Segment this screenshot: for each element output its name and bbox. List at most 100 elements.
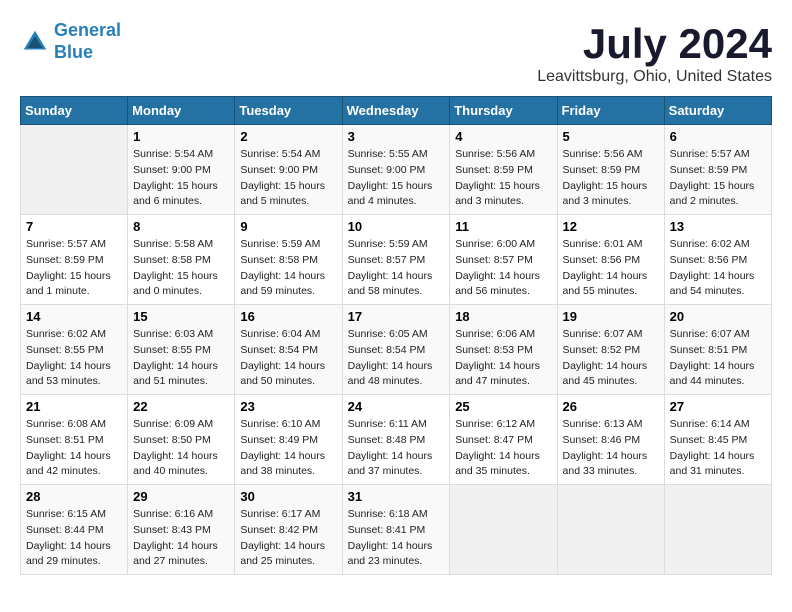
calendar-cell: 27Sunrise: 6:14 AM Sunset: 8:45 PM Dayli…: [664, 395, 771, 485]
day-number: 15: [133, 309, 229, 324]
day-number: 13: [670, 219, 766, 234]
month-title: July 2024: [537, 20, 772, 68]
day-header-saturday: Saturday: [664, 97, 771, 125]
day-info: Sunrise: 5:58 AM Sunset: 8:58 PM Dayligh…: [133, 237, 229, 300]
title-block: July 2024 Leavittsburg, Ohio, United Sta…: [537, 20, 772, 86]
day-number: 4: [455, 129, 551, 144]
calendar-cell: 24Sunrise: 6:11 AM Sunset: 8:48 PM Dayli…: [342, 395, 450, 485]
calendar-cell: [450, 485, 557, 575]
calendar-table: SundayMondayTuesdayWednesdayThursdayFrid…: [20, 96, 772, 575]
day-info: Sunrise: 5:56 AM Sunset: 8:59 PM Dayligh…: [563, 147, 659, 210]
day-info: Sunrise: 6:07 AM Sunset: 8:52 PM Dayligh…: [563, 327, 659, 390]
day-number: 28: [26, 489, 122, 504]
calendar-cell: 12 Sunrise: 6:01 AM Sunset: 8:56 PM Dayli…: [557, 215, 664, 305]
day-number: 8: [133, 219, 229, 234]
day-info: Sunrise: 6:17 AM Sunset: 8:42 PM Dayligh…: [240, 507, 336, 570]
day-number: 23: [240, 399, 336, 414]
day-number: 31: [348, 489, 445, 504]
day-number: 22: [133, 399, 229, 414]
calendar-cell: 7Sunrise: 5:57 AM Sunset: 8:59 PM Daylig…: [21, 215, 128, 305]
calendar-cell: 1 Sunrise: 5:54 AM Sunset: 9:00 PM Daylig…: [128, 125, 235, 215]
calendar-cell: 13 Sunrise: 6:02 AM Sunset: 8:56 PM Dayli…: [664, 215, 771, 305]
calendar-cell: 26 Sunrise: 6:13 AM Sunset: 8:46 PM Dayli…: [557, 395, 664, 485]
day-info: Sunrise: 6:13 AM Sunset: 8:46 PM Dayligh…: [563, 417, 659, 480]
calendar-cell: 16 Sunrise: 6:04 AM Sunset: 8:54 PM Dayli…: [235, 305, 342, 395]
day-number: 10: [348, 219, 445, 234]
calendar-cell: 14Sunrise: 6:02 AM Sunset: 8:55 PM Dayli…: [21, 305, 128, 395]
day-number: 25: [455, 399, 551, 414]
calendar-week-row: 28 Sunrise: 6:15 AM Sunset: 8:44 PM Dayli…: [21, 485, 772, 575]
day-number: 16: [240, 309, 336, 324]
calendar-cell: [664, 485, 771, 575]
calendar-cell: 11 Sunrise: 6:00 AM Sunset: 8:57 PM Dayli…: [450, 215, 557, 305]
day-info: Sunrise: 6:02 AM Sunset: 8:56 PM Dayligh…: [670, 237, 766, 300]
day-header-thursday: Thursday: [450, 97, 557, 125]
logo: General Blue: [20, 20, 121, 63]
logo-text: General Blue: [54, 20, 121, 63]
calendar-cell: 19Sunrise: 6:07 AM Sunset: 8:52 PM Dayli…: [557, 305, 664, 395]
calendar-cell: 30Sunrise: 6:17 AM Sunset: 8:42 PM Dayli…: [235, 485, 342, 575]
day-header-wednesday: Wednesday: [342, 97, 450, 125]
calendar-cell: 20 Sunrise: 6:07 AM Sunset: 8:51 PM Dayli…: [664, 305, 771, 395]
day-info: Sunrise: 6:10 AM Sunset: 8:49 PM Dayligh…: [240, 417, 336, 480]
location: Leavittsburg, Ohio, United States: [537, 68, 772, 86]
calendar-cell: 23 Sunrise: 6:10 AM Sunset: 8:49 PM Dayli…: [235, 395, 342, 485]
day-info: Sunrise: 6:04 AM Sunset: 8:54 PM Dayligh…: [240, 327, 336, 390]
day-info: Sunrise: 6:08 AM Sunset: 8:51 PM Dayligh…: [26, 417, 122, 480]
day-info: Sunrise: 6:01 AM Sunset: 8:56 PM Dayligh…: [563, 237, 659, 300]
day-info: Sunrise: 5:59 AM Sunset: 8:58 PM Dayligh…: [240, 237, 336, 300]
day-info: Sunrise: 6:11 AM Sunset: 8:48 PM Dayligh…: [348, 417, 445, 480]
day-number: 11: [455, 219, 551, 234]
day-number: 2: [240, 129, 336, 144]
day-number: 7: [26, 219, 122, 234]
day-info: Sunrise: 5:59 AM Sunset: 8:57 PM Dayligh…: [348, 237, 445, 300]
day-number: 14: [26, 309, 122, 324]
day-info: Sunrise: 5:54 AM Sunset: 9:00 PM Dayligh…: [240, 147, 336, 210]
calendar-week-row: 7Sunrise: 5:57 AM Sunset: 8:59 PM Daylig…: [21, 215, 772, 305]
day-number: 9: [240, 219, 336, 234]
calendar-cell: 18 Sunrise: 6:06 AM Sunset: 8:53 PM Dayli…: [450, 305, 557, 395]
day-header-friday: Friday: [557, 97, 664, 125]
day-info: Sunrise: 6:00 AM Sunset: 8:57 PM Dayligh…: [455, 237, 551, 300]
day-number: 26: [563, 399, 659, 414]
logo-icon: [20, 27, 50, 57]
calendar-cell: 25 Sunrise: 6:12 AM Sunset: 8:47 PM Dayli…: [450, 395, 557, 485]
day-info: Sunrise: 6:14 AM Sunset: 8:45 PM Dayligh…: [670, 417, 766, 480]
day-info: Sunrise: 6:07 AM Sunset: 8:51 PM Dayligh…: [670, 327, 766, 390]
page-header: General Blue July 2024 Leavittsburg, Ohi…: [20, 20, 772, 86]
day-number: 21: [26, 399, 122, 414]
calendar-cell: 29 Sunrise: 6:16 AM Sunset: 8:43 PM Dayli…: [128, 485, 235, 575]
calendar-cell: [557, 485, 664, 575]
day-info: Sunrise: 6:06 AM Sunset: 8:53 PM Dayligh…: [455, 327, 551, 390]
day-number: 1: [133, 129, 229, 144]
day-number: 3: [348, 129, 445, 144]
calendar-cell: 9 Sunrise: 5:59 AM Sunset: 8:58 PM Daylig…: [235, 215, 342, 305]
day-number: 20: [670, 309, 766, 324]
day-info: Sunrise: 6:16 AM Sunset: 8:43 PM Dayligh…: [133, 507, 229, 570]
calendar-header-row: SundayMondayTuesdayWednesdayThursdayFrid…: [21, 97, 772, 125]
calendar-cell: 31Sunrise: 6:18 AM Sunset: 8:41 PM Dayli…: [342, 485, 450, 575]
day-info: Sunrise: 5:57 AM Sunset: 8:59 PM Dayligh…: [670, 147, 766, 210]
day-number: 18: [455, 309, 551, 324]
calendar-cell: 28 Sunrise: 6:15 AM Sunset: 8:44 PM Dayli…: [21, 485, 128, 575]
day-info: Sunrise: 6:15 AM Sunset: 8:44 PM Dayligh…: [26, 507, 122, 570]
day-info: Sunrise: 6:09 AM Sunset: 8:50 PM Dayligh…: [133, 417, 229, 480]
day-number: 17: [348, 309, 445, 324]
calendar-cell: 3 Sunrise: 5:55 AM Sunset: 9:00 PM Daylig…: [342, 125, 450, 215]
day-number: 12: [563, 219, 659, 234]
calendar-cell: 2 Sunrise: 5:54 AM Sunset: 9:00 PM Daylig…: [235, 125, 342, 215]
calendar-cell: 8 Sunrise: 5:58 AM Sunset: 8:58 PM Daylig…: [128, 215, 235, 305]
day-info: Sunrise: 6:12 AM Sunset: 8:47 PM Dayligh…: [455, 417, 551, 480]
calendar-week-row: 1 Sunrise: 5:54 AM Sunset: 9:00 PM Daylig…: [21, 125, 772, 215]
calendar-week-row: 14Sunrise: 6:02 AM Sunset: 8:55 PM Dayli…: [21, 305, 772, 395]
calendar-cell: 22 Sunrise: 6:09 AM Sunset: 8:50 PM Dayli…: [128, 395, 235, 485]
day-info: Sunrise: 5:55 AM Sunset: 9:00 PM Dayligh…: [348, 147, 445, 210]
calendar-week-row: 21 Sunrise: 6:08 AM Sunset: 8:51 PM Dayli…: [21, 395, 772, 485]
calendar-cell: 10 Sunrise: 5:59 AM Sunset: 8:57 PM Dayli…: [342, 215, 450, 305]
day-info: Sunrise: 5:54 AM Sunset: 9:00 PM Dayligh…: [133, 147, 229, 210]
day-info: Sunrise: 5:56 AM Sunset: 8:59 PM Dayligh…: [455, 147, 551, 210]
calendar-cell: 5Sunrise: 5:56 AM Sunset: 8:59 PM Daylig…: [557, 125, 664, 215]
day-number: 29: [133, 489, 229, 504]
day-number: 6: [670, 129, 766, 144]
calendar-cell: [21, 125, 128, 215]
